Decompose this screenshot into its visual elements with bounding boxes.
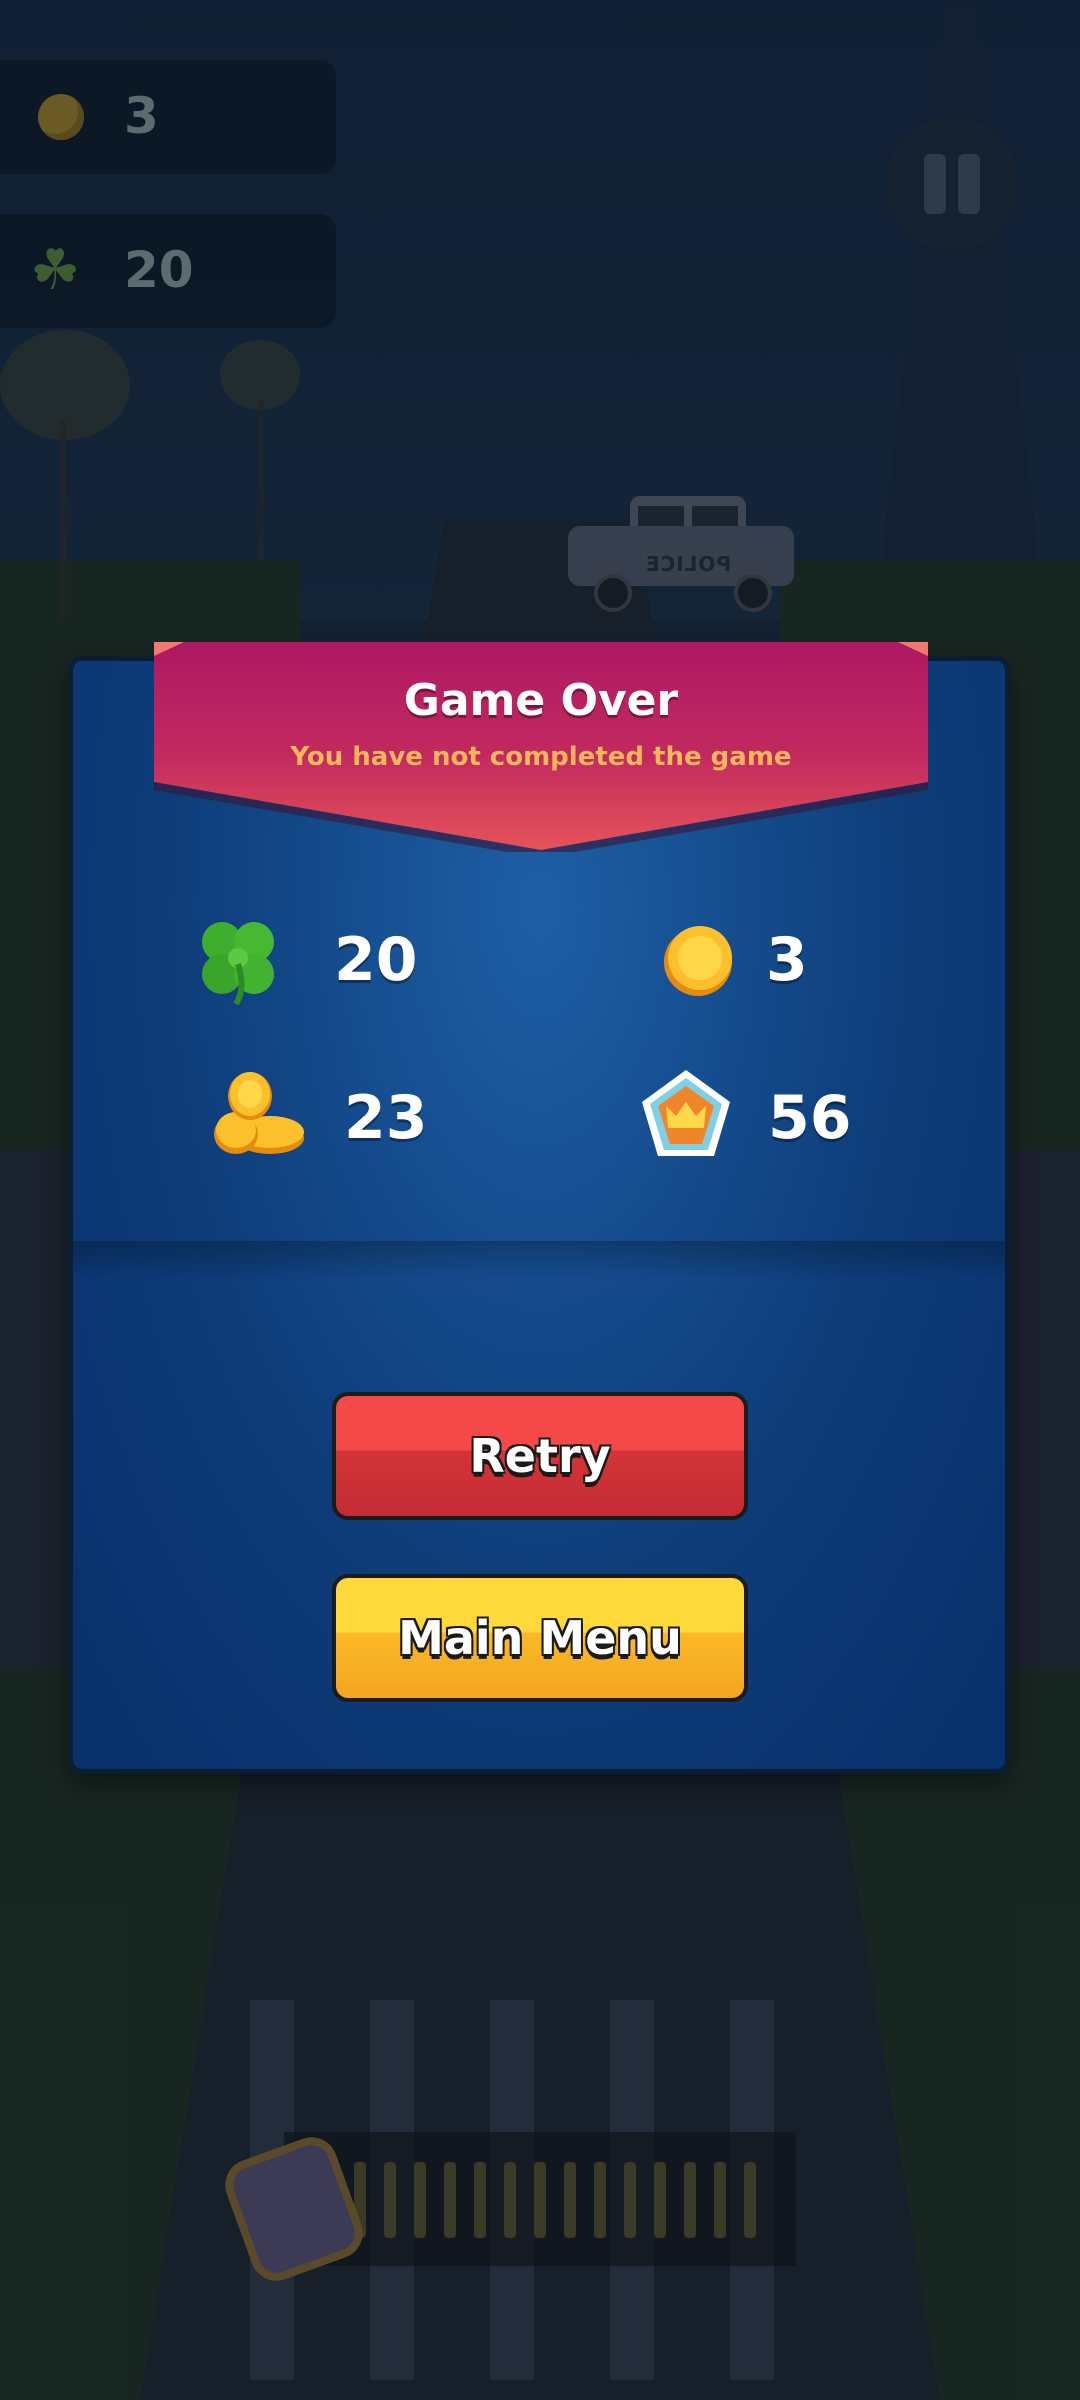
progress-tick [444, 2162, 456, 2238]
stat-clovers: 20 [188, 908, 448, 1008]
coin-icon [664, 926, 732, 996]
progress-tick [384, 2162, 396, 2238]
hud-clovers-value: 20 [124, 241, 194, 299]
progress-tick [594, 2162, 606, 2238]
hud-clovers: ☘ 20 [0, 214, 336, 328]
coin-stack-icon [214, 1072, 304, 1154]
crown-badge-icon [642, 1070, 730, 1156]
main-menu-button[interactable]: Main Menu [332, 1574, 748, 1702]
stats-divider [73, 1241, 1005, 1281]
dialog-subtitle: You have not completed the game [290, 742, 792, 772]
progress-tick [534, 2162, 546, 2238]
progress-tick [414, 2162, 426, 2238]
retry-button[interactable]: Retry [332, 1392, 748, 1520]
progress-tick [474, 2162, 486, 2238]
clover-icon [202, 922, 274, 1006]
dialog-title: Game Over [403, 675, 679, 726]
pause-icon [924, 154, 946, 214]
pause-button[interactable] [886, 118, 1018, 250]
stat-crown-score: 56 [636, 1066, 896, 1166]
clover-icon: ☘ [30, 238, 81, 303]
pause-icon [958, 154, 980, 214]
bottom-progress-bar [284, 2132, 796, 2266]
stat-clovers-value: 20 [334, 925, 418, 995]
progress-tick [504, 2162, 516, 2238]
hud-coins: 3 [0, 60, 336, 174]
stat-coin-stack-value: 23 [344, 1083, 428, 1153]
progress-tick [684, 2162, 696, 2238]
stat-coins-value: 3 [766, 925, 808, 995]
progress-tick [624, 2162, 636, 2238]
progress-tick [714, 2162, 726, 2238]
progress-tick [654, 2162, 666, 2238]
stat-coin-stack: 23 [210, 1066, 470, 1166]
hud-coins-value: 3 [124, 87, 159, 145]
stat-coins: 3 [650, 908, 870, 1008]
stat-crown-score-value: 56 [768, 1083, 852, 1153]
coin-icon [38, 94, 84, 140]
progress-tick [744, 2162, 756, 2238]
progress-tick [564, 2162, 576, 2238]
